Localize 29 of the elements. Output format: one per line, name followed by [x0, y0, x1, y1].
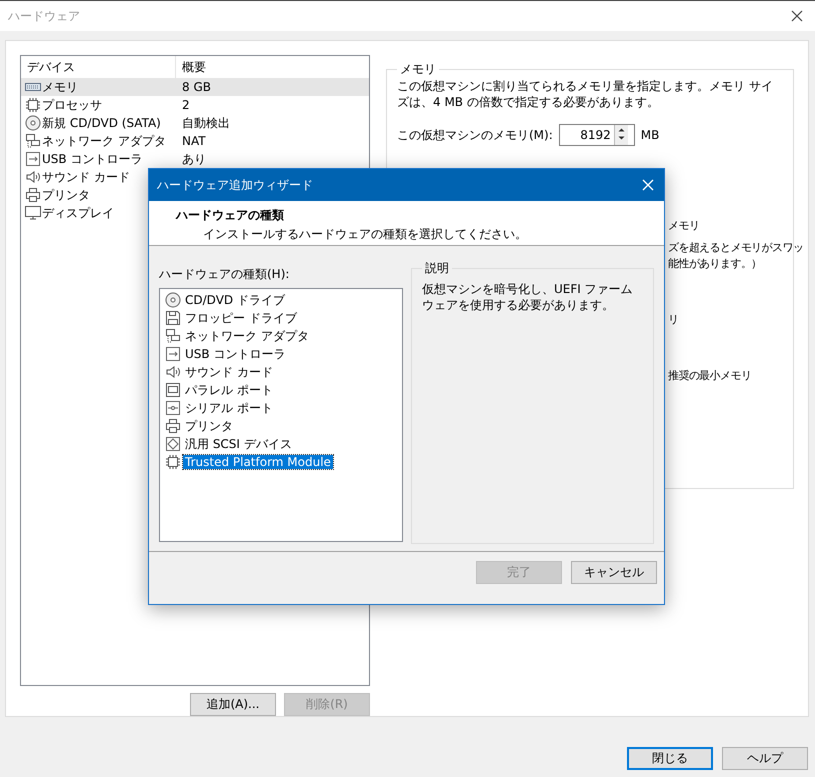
memory-note: 能性があります。） — [668, 256, 762, 272]
device-summary: 2 — [181, 98, 190, 112]
device-summary: 8 GB — [181, 80, 211, 94]
device-name: プリンタ — [42, 186, 90, 204]
device-name: USB コントローラ — [42, 150, 142, 168]
device-summary: 自動検出 — [181, 114, 230, 132]
field-label: この仮想マシンのメモリ(M): — [397, 126, 553, 144]
device-name: サウンド カード — [42, 168, 130, 186]
list-label: ハードウェアの種類(H): — [159, 266, 290, 283]
group-title: メモリ — [399, 61, 437, 78]
device-name: メモリ — [42, 78, 78, 96]
group-title: 説明 — [424, 260, 450, 277]
memory-note: メモリ — [668, 218, 700, 234]
description-text: 仮想マシンを暗号化し、UEFI ファームウェアを使用する必要があります。 — [422, 281, 634, 313]
device-name: ディスプレイ — [42, 204, 114, 222]
window-title: ハードウェア — [8, 8, 80, 24]
device-name: 新規 CD/DVD (SATA) — [42, 114, 161, 132]
device-name: ネットワーク アダプタ — [42, 132, 166, 150]
wizard-heading: ハードウェアの種類 — [176, 207, 285, 224]
memory-note: リ — [668, 312, 678, 328]
memory-note: 推奨の最小メモリ — [668, 368, 752, 384]
memory-description: この仮想マシンに割り当てられるメモリ量を指定します。メモリ サイズは、4 MB の倍数で指定する必要があります。 — [397, 78, 774, 110]
unit-label: MB — [640, 128, 660, 142]
memory-note: ズを超えるとメモリがスワッ — [668, 240, 804, 256]
wizard-subheading: インストールするハードウェアの種類を選択してください。 — [202, 226, 528, 243]
device-summary: あり — [181, 150, 206, 168]
dialog-title: ハードウェア追加ウィザード — [157, 176, 313, 194]
device-name: プロセッサ — [42, 96, 102, 114]
device-summary: NAT — [181, 134, 206, 148]
